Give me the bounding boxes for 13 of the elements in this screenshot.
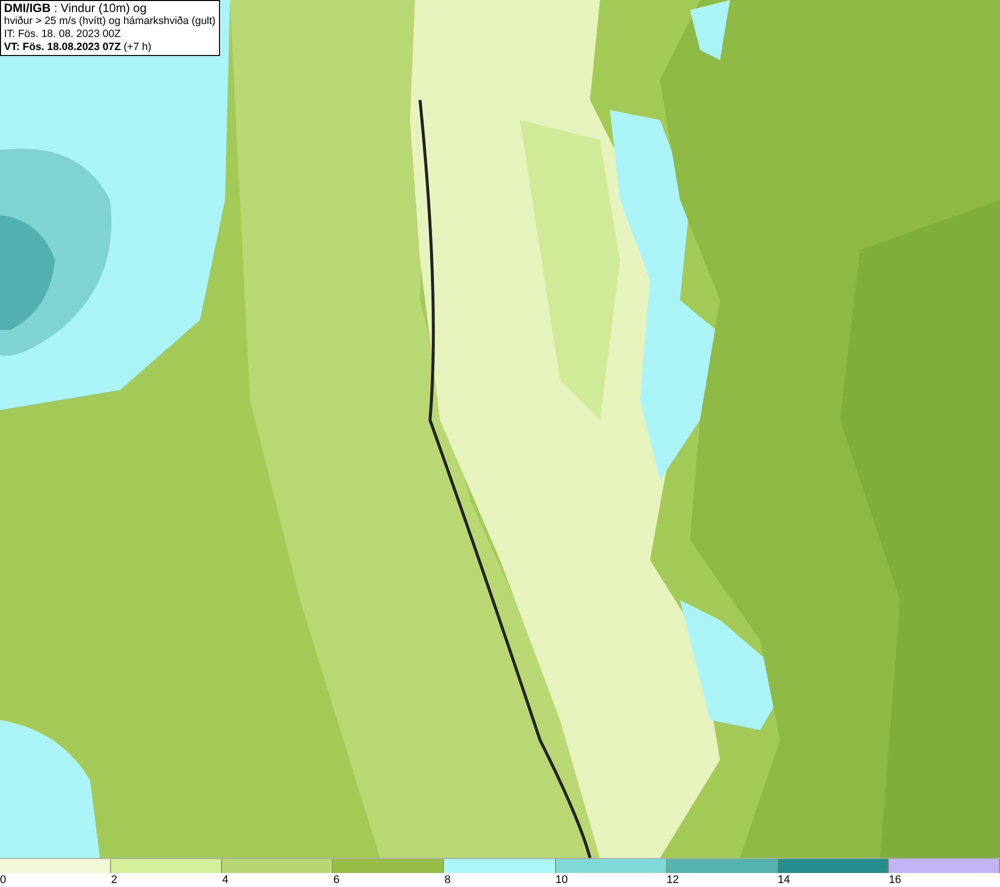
- legend-tick-label: 12: [666, 874, 679, 886]
- legend-tick-label: 6: [333, 874, 340, 886]
- legend-tick-label: 8: [444, 874, 451, 886]
- info-text: VT: Fös. 18.08.2023 07Z (+7 h): [4, 41, 152, 54]
- info-text: hviður > 25 m/s (hvítt) og hámarkshviða (gult): [4, 15, 216, 28]
- legend-tick-label: 4: [222, 874, 228, 886]
- legend-tick-label: 0: [0, 874, 6, 886]
- legend-tick-label: 14: [778, 874, 790, 886]
- legend-tick-label: 16: [888, 874, 902, 886]
- info-text: DMI/IGB : Vindur (10m) og: [4, 2, 148, 15]
- info-text: IT: Fös. 18. 08. 2023 00Z: [4, 28, 122, 41]
- legend-tick-label: 10: [556, 874, 568, 886]
- legend-tick-label: 2: [111, 874, 118, 886]
